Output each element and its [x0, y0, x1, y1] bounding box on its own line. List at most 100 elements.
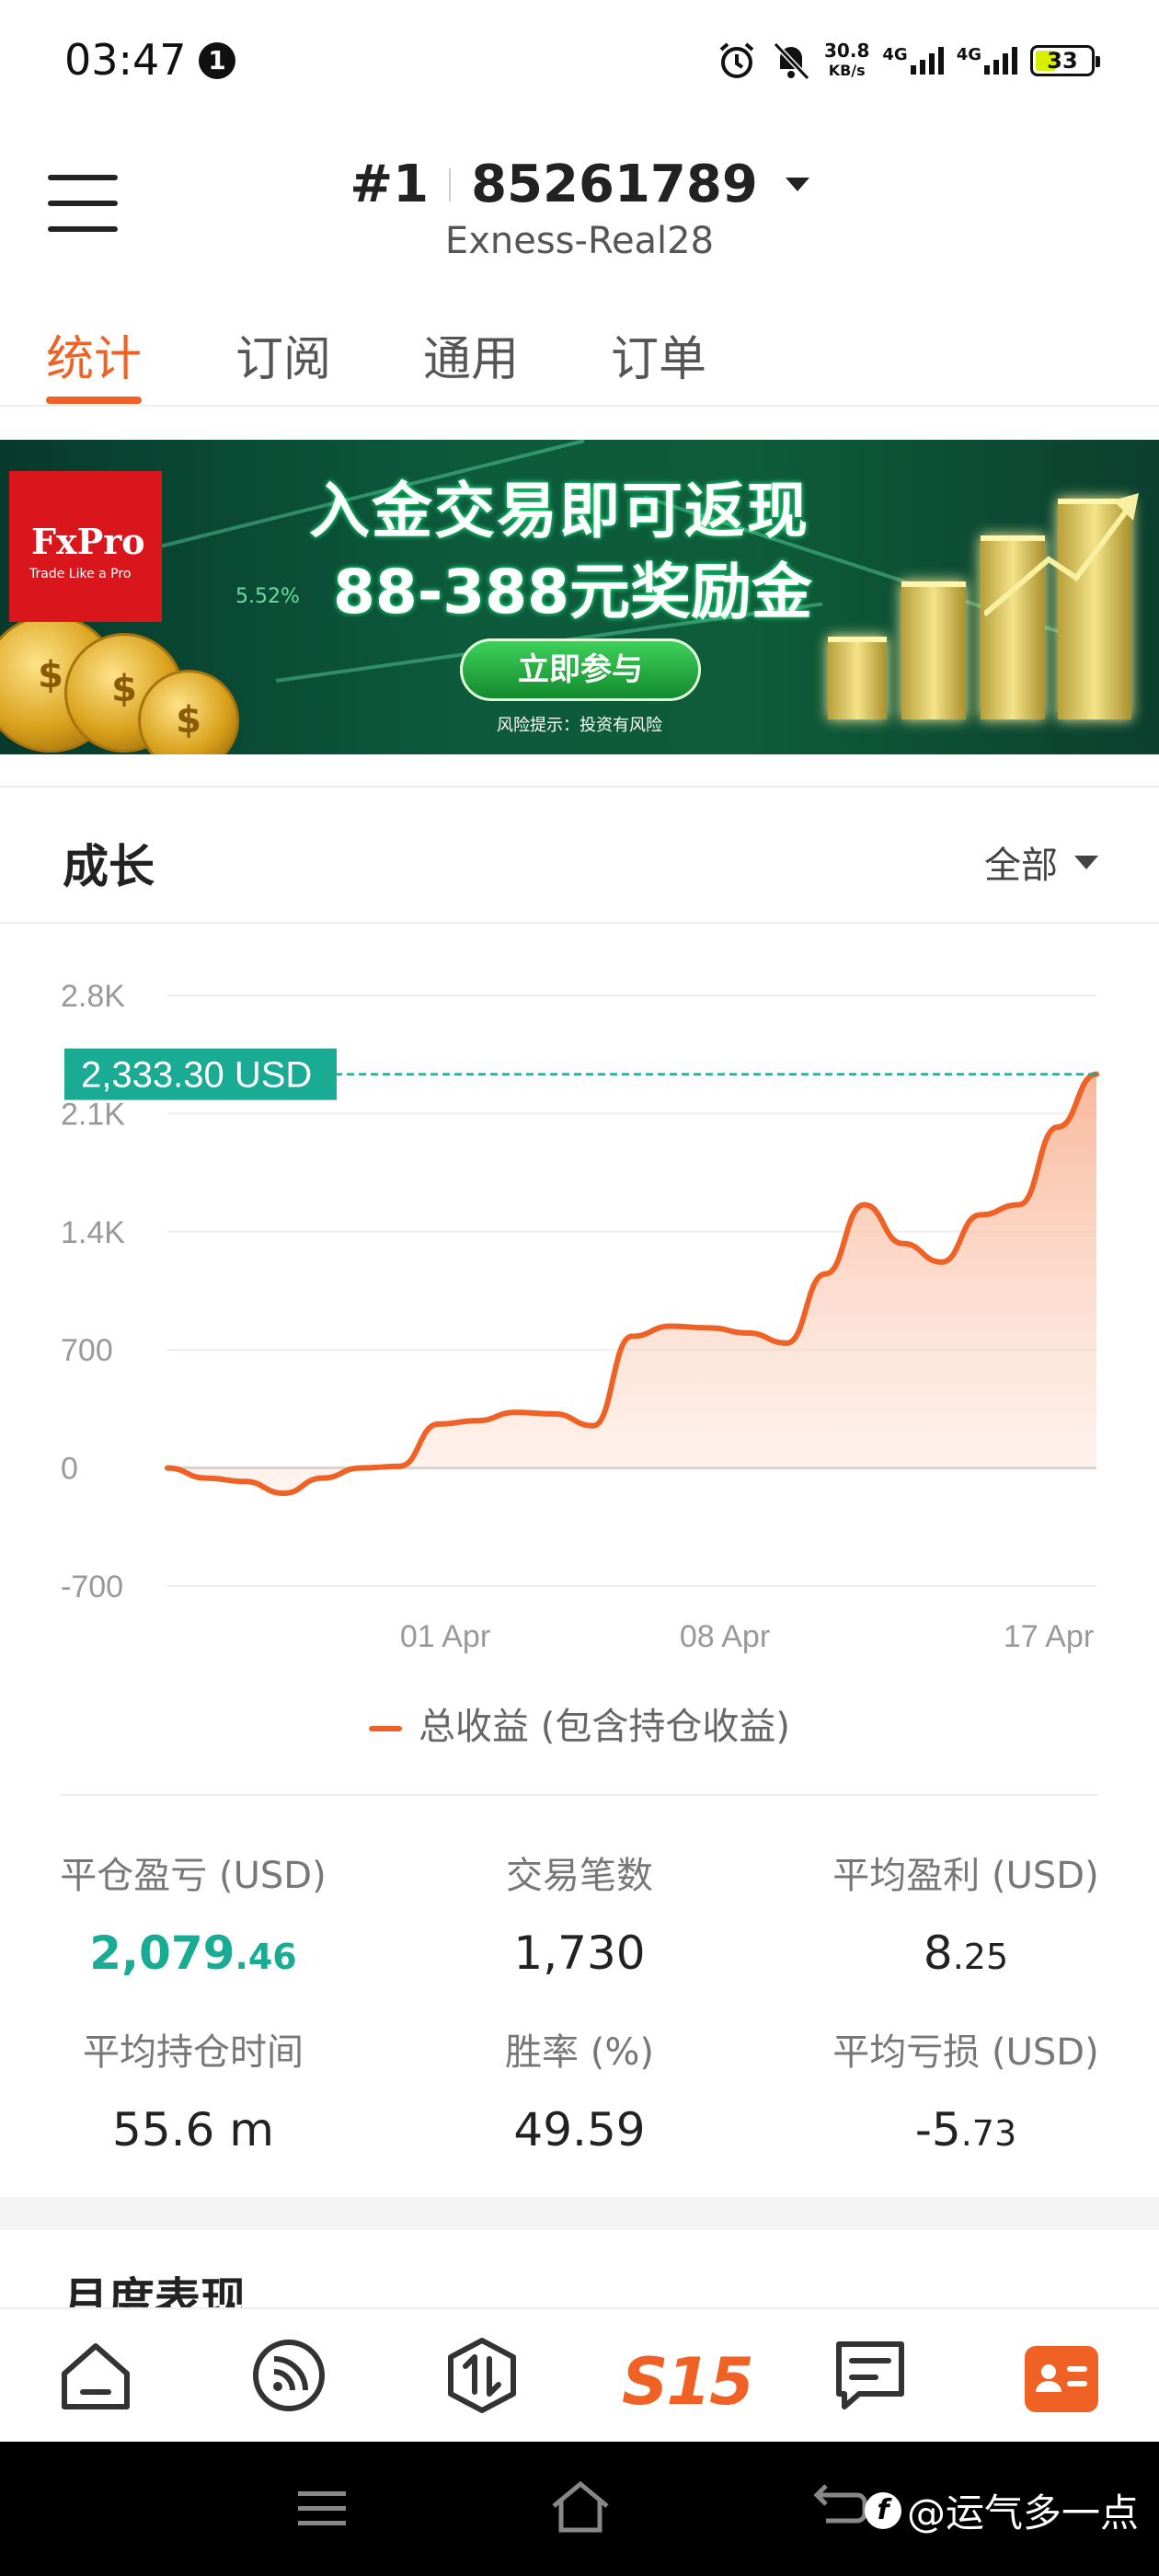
banner-percent: 5.52% [235, 585, 300, 608]
y-tick-label: 2.1K [61, 1097, 125, 1132]
coin-image: $ [138, 670, 239, 754]
stat-value: -5.73 [914, 2103, 1017, 2156]
join-now-button[interactable]: 立即参与 [460, 638, 701, 701]
tab-orders[interactable]: 订单 [611, 320, 706, 389]
caret-down-icon [1074, 855, 1098, 869]
recent-apps-icon[interactable] [294, 2482, 350, 2534]
feed-icon[interactable] [250, 2337, 327, 2414]
alarm-icon [719, 42, 754, 78]
signal-1: 4G [882, 45, 944, 75]
home-button-icon[interactable] [548, 2478, 613, 2536]
tab-subscribe[interactable]: 订阅 [235, 320, 331, 389]
account-number: 85261789 [471, 155, 758, 214]
bar-graphic [828, 637, 887, 719]
status-icons: 30.8 KB/s 4G 4G 33 [716, 35, 1100, 86]
app-screen: 03:47 1 30.8 KB/s 4G 4G 33 #1 85261789 E… [0, 0, 1159, 2576]
current-value-label: 2,333.30 USD [81, 1055, 312, 1096]
account-server: Exness-Real28 [444, 220, 715, 262]
x-tick-label: 08 Apr [680, 1619, 770, 1654]
bar-graphic [901, 581, 966, 719]
logo-name: FxPro [31, 521, 145, 562]
range-filter-label: 全部 [984, 845, 1058, 887]
notification-badge: 1 [199, 42, 235, 79]
x-tick-label: 17 Apr [1004, 1619, 1094, 1654]
y-tick-label: 1.4K [61, 1215, 125, 1250]
watermark-text: @运气多一点 [906, 2490, 1139, 2536]
stat-label: 平均持仓时间 [83, 2031, 304, 2074]
net-speed-unit: KB/s [828, 62, 866, 79]
risk-disclaimer: 风险提示：投资有风险 [497, 716, 662, 735]
tab-stats[interactable]: 统计 [46, 320, 142, 389]
account-selector[interactable]: #1 85261789 Exness-Real28 [0, 155, 1159, 262]
stat-label: 平均亏损 (USD) [832, 2031, 1099, 2074]
stat-value: 1,730 [513, 1926, 646, 1980]
stat-avg-hold-time: 平均持仓时间 55.6 m [0, 2022, 386, 2156]
legend-label: 总收益 (包含持仓收益) [419, 1706, 790, 1748]
stat-avg-profit: 平均盈利 (USD) 8.25 [773, 1846, 1159, 1980]
profile-icon[interactable] [1025, 2346, 1098, 2412]
growth-chart-svg: 2.8K2.1K1.4K7000-700 01 Apr 08 Apr 17 Apr … [61, 979, 1099, 1654]
tab-bar: 统计 订阅 通用 订单 [0, 304, 1159, 407]
stat-label: 胜率 (%) [505, 2031, 654, 2074]
promo-banner[interactable]: $ $ $ FxPro Trade Like a Pro 5.52% 入金交易即… [0, 440, 1159, 754]
signal-2: 4G [957, 47, 1017, 75]
y-tick-label: 0 [61, 1452, 78, 1487]
stat-value: 2,079.46 [89, 1926, 297, 1980]
banner-subheadline: 88-388元奖励金 [333, 557, 813, 627]
battery-level: 33 [1047, 48, 1078, 74]
growth-section-header: 成长 全部 [0, 789, 1159, 924]
stat-avg-loss: 平均亏损 (USD) -5.73 [773, 2022, 1159, 2156]
bottom-navigation: S15 [0, 2307, 1159, 2442]
stat-win-rate: 胜率 (%) 49.59 [386, 2022, 773, 2156]
trade-icon[interactable] [443, 2337, 521, 2414]
y-tick-label: -700 [61, 1570, 123, 1604]
stat-value: 49.59 [513, 2103, 646, 2156]
stat-value: 55.6 m [112, 2103, 274, 2156]
status-bar: 03:47 1 30.8 KB/s 4G 4G 33 [0, 0, 1159, 120]
home-icon[interactable] [57, 2337, 134, 2414]
active-tab-indicator [46, 397, 142, 404]
back-icon[interactable] [813, 2482, 868, 2534]
logo-tagline: Trade Like a Pro [29, 567, 132, 581]
divider [61, 1794, 1098, 1796]
stat-value: 8.25 [923, 1926, 1009, 1980]
section-spacer [0, 754, 1159, 788]
x-tick-label: 01 Apr [400, 1619, 490, 1654]
watermark-logo: f [864, 2491, 901, 2529]
net-speed-value: 30.8 [824, 40, 870, 62]
signal-bars-icon [984, 47, 1017, 75]
chat-icon[interactable] [832, 2337, 909, 2414]
y-tick-label: 2.8K [61, 979, 125, 1014]
stat-label: 平仓盈亏 (USD) [60, 1855, 327, 1897]
network-type-2: 4G [956, 45, 981, 64]
mute-bell-icon [773, 41, 810, 81]
legend-swatch [369, 1726, 403, 1731]
series-area [167, 1074, 1096, 1494]
growth-chart: 2.8K 2.1K 1.4K 700 0 -700 01 Apr 08 Apr 17 Apr … [0, 924, 1159, 1788]
network-type-1: 4G [882, 45, 908, 64]
chart-legend: 总收益 (包含持仓收益) [0, 1696, 1159, 1750]
stat-label: 交易笔数 [506, 1855, 653, 1897]
s15-logo[interactable]: S15 [622, 2344, 754, 2420]
battery-icon: 33 [1030, 45, 1100, 76]
system-navigation-bar: f @运气多一点 [0, 2442, 1159, 2576]
section-spacer [0, 2197, 1159, 2230]
caret-down-icon [785, 178, 809, 191]
signal-bars-icon [910, 47, 944, 75]
net-speed: 30.8 KB/s [824, 40, 869, 81]
status-time: 03:47 [64, 35, 187, 85]
divider [449, 167, 452, 201]
watermark: f @运气多一点 [864, 2482, 1139, 2538]
y-tick-label: 700 [61, 1333, 113, 1368]
growth-arrow-icon [984, 493, 1139, 617]
account-header: #1 85261789 Exness-Real28 [0, 138, 1159, 267]
stat-closed-pnl: 平仓盈亏 (USD) 2,079.46 [0, 1846, 386, 1980]
fxpro-logo: FxPro Trade Like a Pro [9, 471, 162, 622]
tab-general[interactable]: 通用 [423, 320, 519, 389]
id-card-icon [1036, 2364, 1087, 2392]
account-rank: #1 [350, 155, 430, 214]
stat-trade-count: 交易笔数 1,730 [386, 1846, 773, 1980]
growth-title: 成长 [63, 840, 155, 893]
banner-headline: 入金交易即可返现 [309, 476, 809, 546]
range-filter-dropdown[interactable]: 全部 [984, 835, 1098, 889]
